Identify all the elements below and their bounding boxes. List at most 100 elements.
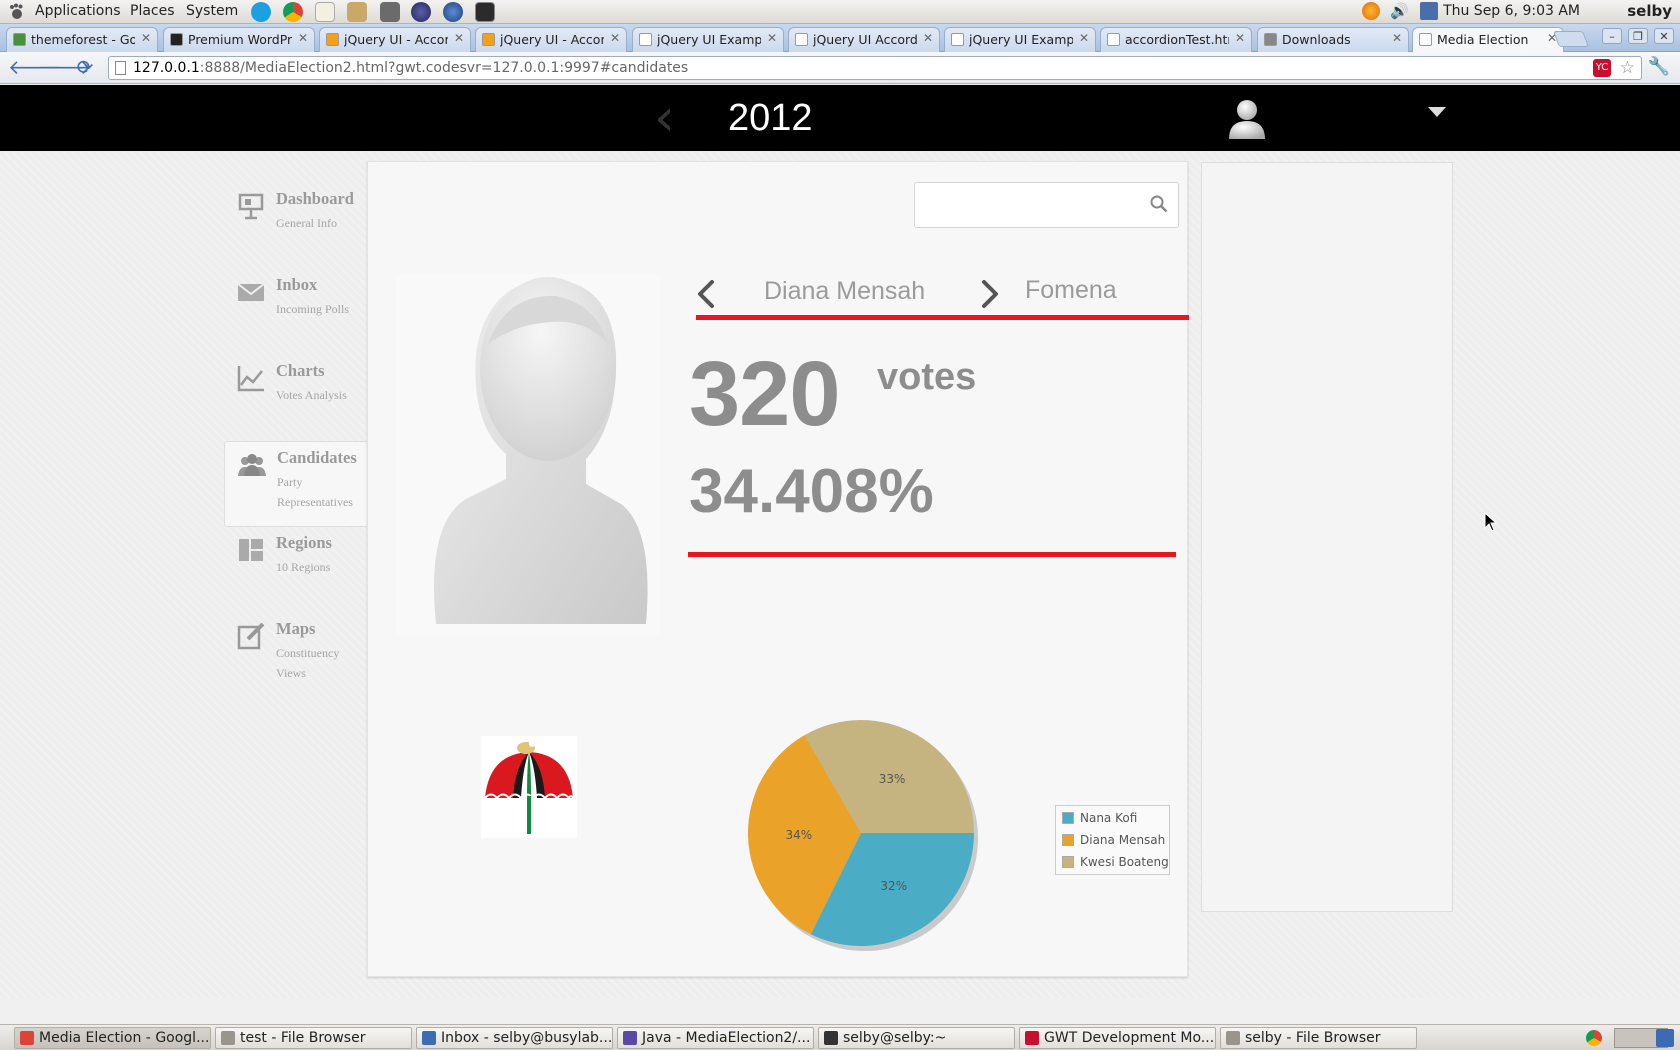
sidebar-item-charts[interactable]: Charts Votes Analysis xyxy=(224,355,368,441)
favicon-icon xyxy=(951,33,964,46)
vote-unit-label: votes xyxy=(877,356,977,398)
sidebar-item-title: Maps xyxy=(276,619,316,638)
terminal-launcher-icon[interactable] xyxy=(475,2,495,22)
browser-tab[interactable]: jQuery UI Examp ✕ xyxy=(944,27,1096,52)
chrome-launcher-icon[interactable] xyxy=(283,2,303,22)
menu-applications[interactable]: Applications xyxy=(35,3,121,19)
app-icon xyxy=(1025,1031,1039,1045)
close-tab-icon[interactable]: ✕ xyxy=(298,31,308,45)
taskbar-window-label: test - File Browser xyxy=(240,1030,366,1046)
sidebar-item-subtitle: General Info xyxy=(276,216,337,230)
candidate-panel: Diana Mensah Fomena 320 votes 34.408% 32… xyxy=(367,161,1189,977)
tab-title: jQuery UI Examp xyxy=(969,32,1073,47)
browser-tab[interactable]: Media Election ✕ xyxy=(1412,27,1564,53)
candidate-portrait xyxy=(396,274,660,636)
browser-tab[interactable]: themeforest - Goo ✕ xyxy=(6,27,158,52)
browser-tab[interactable]: jQuery UI Accordi ✕ xyxy=(788,27,940,52)
close-tab-icon[interactable]: ✕ xyxy=(454,31,464,45)
network-icon[interactable] xyxy=(1420,2,1438,20)
browser-tab[interactable]: Downloads ✕ xyxy=(1257,27,1409,52)
close-window-button[interactable]: ✕ xyxy=(1654,28,1674,44)
menu-system[interactable]: System xyxy=(186,3,238,19)
vote-count: 320 xyxy=(689,343,840,445)
favicon-icon xyxy=(795,33,808,46)
taskbar-window-button[interactable]: selby@selby:~ xyxy=(818,1027,1015,1049)
forward-button[interactable]: 🡒 xyxy=(38,56,92,80)
chrome-tray-icon[interactable] xyxy=(1586,1030,1602,1046)
reload-button[interactable]: ⟳ xyxy=(72,56,98,80)
legend-swatch xyxy=(1062,812,1074,824)
user-menu-caret-icon[interactable] xyxy=(1428,107,1446,117)
minimize-button[interactable]: – xyxy=(1602,28,1622,44)
update-notifier-icon[interactable] xyxy=(1362,2,1380,20)
volume-icon[interactable]: 🔊 xyxy=(1390,2,1409,20)
sidebar-item-inbox[interactable]: Inbox Incoming Polls xyxy=(224,269,368,355)
top-panel: Applications Places System 🔊 Thu Sep 6, … xyxy=(0,0,1680,24)
close-tab-icon[interactable]: ✕ xyxy=(1235,31,1245,45)
close-tab-icon[interactable]: ✕ xyxy=(610,31,620,45)
sidebar-item-dashboard[interactable]: Dashboard General Info xyxy=(224,183,368,269)
clock[interactable]: Thu Sep 6, 9:03 AM xyxy=(1443,3,1580,19)
user-avatar-icon[interactable] xyxy=(1226,97,1268,139)
previous-candidate-chevron-icon[interactable] xyxy=(692,274,722,314)
new-tab-button[interactable] xyxy=(1553,31,1589,47)
sidebar-item-subtitle: Incoming Polls xyxy=(276,302,350,316)
taskbar-window-button[interactable]: Inbox - selby@busylab... xyxy=(416,1027,613,1049)
wrench-menu-icon[interactable]: 🔧 xyxy=(1648,56,1670,77)
tab-title: Downloads xyxy=(1282,32,1351,47)
taskbar-window-label: selby@selby:~ xyxy=(843,1030,947,1046)
calculator-launcher-icon[interactable] xyxy=(380,2,400,22)
search-icon[interactable] xyxy=(1150,195,1168,213)
gnome-foot-icon[interactable] xyxy=(8,3,26,21)
close-tab-icon[interactable]: ✕ xyxy=(141,31,151,45)
browser-tab[interactable]: jQuery UI - Accor ✕ xyxy=(319,27,471,52)
maximize-button[interactable]: ❐ xyxy=(1628,28,1648,44)
bookmark-star-icon[interactable]: ☆ xyxy=(1620,58,1635,78)
close-tab-icon[interactable]: ✕ xyxy=(1079,31,1089,45)
page-icon xyxy=(115,61,126,75)
user-menu[interactable]: selby xyxy=(1627,2,1672,20)
tab-title: themeforest - Goo xyxy=(31,32,135,47)
sidebar-item-candidates[interactable]: Candidates Party Representatives xyxy=(224,441,368,527)
close-tab-icon[interactable]: ✕ xyxy=(1392,31,1402,45)
sidebar-item-regions[interactable]: Regions 10 Regions xyxy=(224,527,368,613)
vote-share-pie-chart: 32% 34% 33% xyxy=(748,720,978,951)
address-bar[interactable]: 127.0.0.1:8888/MediaElection2.html?gwt.c… xyxy=(108,56,1642,80)
sidebar-item-title: Charts xyxy=(276,361,325,380)
taskbar-window-label: selby - File Browser xyxy=(1245,1030,1381,1046)
browser-tab[interactable]: accordionTest.htm ✕ xyxy=(1100,27,1252,52)
sidebar-item-maps[interactable]: Maps Constituency Views xyxy=(224,613,368,699)
taskbar-window-button[interactable]: Java - MediaElection2/... xyxy=(617,1027,814,1049)
skype-launcher-icon[interactable] xyxy=(251,2,271,22)
text-editor-launcher-icon[interactable] xyxy=(315,2,335,22)
search-box xyxy=(914,182,1179,228)
tab-title: Media Election xyxy=(1437,32,1529,47)
show-desktop-icon[interactable] xyxy=(1656,1029,1674,1047)
line-chart-icon xyxy=(236,363,266,393)
search-input[interactable] xyxy=(923,191,1138,219)
favicon-icon xyxy=(1419,33,1432,46)
taskbar-window-button[interactable]: selby - File Browser xyxy=(1220,1027,1417,1049)
previous-year-arrow[interactable]: ‹ xyxy=(654,92,675,144)
browser-tab[interactable]: jQuery UI Exampl ✕ xyxy=(632,27,784,52)
thunderbird-launcher-icon[interactable] xyxy=(443,2,463,22)
close-tab-icon[interactable]: ✕ xyxy=(767,31,777,45)
archive-launcher-icon[interactable] xyxy=(347,2,367,22)
election-year: 2012 xyxy=(728,97,813,139)
taskbar-window-button[interactable]: GWT Development Mo... xyxy=(1019,1027,1216,1049)
close-tab-icon[interactable]: ✕ xyxy=(923,31,933,45)
back-button[interactable]: 🡐 xyxy=(8,56,62,80)
presentation-icon xyxy=(236,191,266,221)
taskbar-window-button[interactable]: Media Election - Googl... xyxy=(14,1027,211,1049)
legend-swatch xyxy=(1062,834,1074,846)
favicon-icon xyxy=(1264,33,1277,46)
next-candidate-chevron-icon[interactable] xyxy=(974,274,1004,314)
browser-tab[interactable]: Premium WordPre ✕ xyxy=(163,27,315,52)
browser-tab[interactable]: jQuery UI - Accor ✕ xyxy=(475,27,627,52)
taskbar-window-button[interactable]: test - File Browser xyxy=(215,1027,412,1049)
favicon-icon xyxy=(170,33,183,46)
eclipse-launcher-icon[interactable] xyxy=(411,2,431,22)
url-text[interactable]: 127.0.0.1:8888/MediaElection2.html?gwt.c… xyxy=(133,60,688,76)
extension-icon[interactable]: YC xyxy=(1593,59,1611,77)
menu-places[interactable]: Places xyxy=(130,3,175,19)
